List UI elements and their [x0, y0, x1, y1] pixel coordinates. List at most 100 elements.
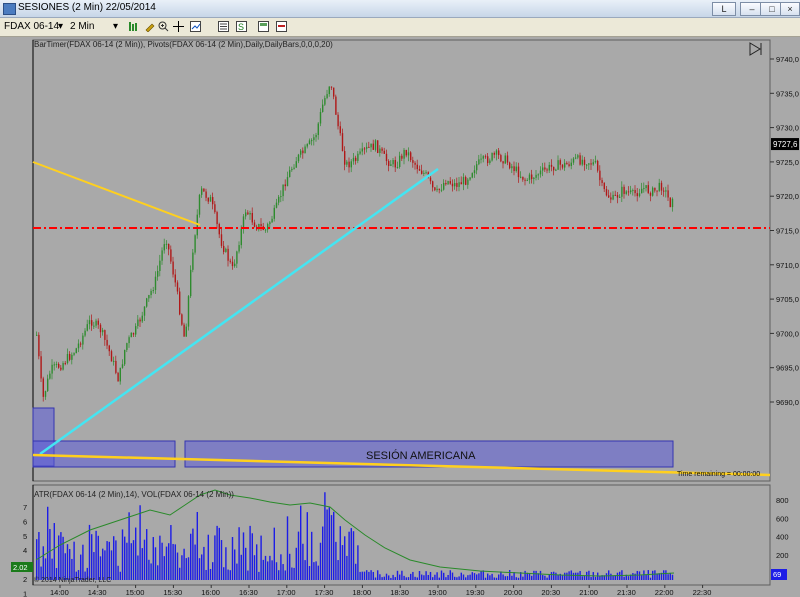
- candle-body: [396, 166, 399, 168]
- time-tick-label: 22:00: [655, 588, 674, 597]
- time-tick-label: 14:00: [50, 588, 69, 597]
- candle-body: [418, 169, 421, 171]
- volume-bar: [522, 576, 524, 580]
- volume-bar: [663, 570, 665, 580]
- volume-bar: [315, 561, 317, 580]
- candle-body: [315, 135, 317, 138]
- close-icon[interactable]: ×: [780, 2, 800, 16]
- volume-bar: [638, 571, 641, 580]
- candle-body: [649, 192, 652, 196]
- candle-body: [359, 151, 361, 154]
- candle-body: [484, 156, 487, 158]
- candle-body: [264, 229, 267, 231]
- volume-bar: [218, 527, 220, 580]
- candle-body: [201, 188, 203, 195]
- volume-bar: [201, 554, 203, 580]
- volume-bar: [291, 567, 293, 580]
- volume-bar: [451, 572, 454, 580]
- candle-body: [504, 155, 506, 164]
- candle-body: [84, 330, 86, 336]
- volume-bar: [425, 571, 427, 580]
- volume-tick-label: 600: [776, 514, 789, 523]
- candle-body: [368, 146, 370, 148]
- volume-bar: [454, 576, 456, 580]
- candle-body: [306, 144, 308, 147]
- volume-bar: [269, 555, 271, 580]
- chart-properties-icon[interactable]: [190, 21, 201, 32]
- volume-bar: [634, 573, 636, 580]
- volume-bar: [284, 570, 286, 580]
- candle-body: [557, 160, 559, 170]
- volume-bar: [533, 570, 535, 580]
- candle-body: [493, 153, 495, 155]
- volume-bar: [348, 531, 350, 580]
- price-chart[interactable]: BarTimer(FDAX 06-14 (2 Min)), Pivots(FDA…: [0, 37, 800, 597]
- candle-body: [594, 160, 597, 163]
- candle-body: [328, 86, 330, 95]
- candle-body: [324, 98, 326, 105]
- candle-body: [480, 158, 482, 160]
- instrument-dropdown-icon[interactable]: ▾: [58, 20, 63, 33]
- candle-body: [399, 155, 401, 167]
- crosshair-icon[interactable]: [173, 21, 184, 32]
- bar-type-icon[interactable]: [128, 21, 139, 32]
- volume-bar: [88, 524, 91, 580]
- chart-trader-icon[interactable]: [276, 21, 287, 32]
- volume-bar: [447, 575, 449, 580]
- volume-bar: [528, 572, 531, 580]
- link-button[interactable]: L: [712, 2, 736, 16]
- candle-body: [537, 174, 539, 176]
- volume-bar: [282, 564, 284, 580]
- candle-body: [473, 170, 476, 174]
- time-tick-label: 21:30: [617, 588, 636, 597]
- candle-body: [460, 182, 462, 185]
- candle-body: [456, 183, 458, 187]
- strategies-icon[interactable]: S: [236, 21, 247, 32]
- candle-body: [168, 243, 170, 250]
- candle-body: [203, 188, 205, 192]
- candle-body: [319, 111, 322, 124]
- price-tick-label: 9740,0: [776, 55, 799, 64]
- volume-bar: [550, 572, 553, 580]
- volume-bar: [469, 574, 471, 580]
- volume-bar: [476, 574, 478, 580]
- volume-bar: [139, 505, 141, 580]
- candle-body: [544, 167, 546, 170]
- candle-body: [352, 157, 355, 162]
- volume-bar: [238, 527, 240, 580]
- volume-bar: [333, 511, 335, 580]
- volume-bar: [223, 567, 225, 580]
- candle-body: [231, 261, 234, 267]
- instrument-selector[interactable]: FDAX 06-14: [4, 20, 59, 33]
- candle-body: [170, 249, 172, 262]
- volume-bar: [506, 576, 509, 580]
- pencil-icon[interactable]: [144, 21, 155, 32]
- data-box-icon[interactable]: [258, 21, 269, 32]
- zoom-in-icon[interactable]: [158, 21, 169, 32]
- candle-body: [194, 235, 196, 253]
- candle-body: [304, 146, 306, 154]
- candle-body: [75, 348, 77, 354]
- volume-bar: [632, 573, 634, 580]
- volume-bar: [297, 531, 300, 580]
- volume-bar: [531, 575, 533, 580]
- volume-bar: [599, 576, 601, 580]
- volume-bar: [108, 541, 110, 580]
- volume-bar: [212, 562, 214, 580]
- volume-bar: [319, 542, 322, 580]
- candle-body: [553, 166, 555, 171]
- volume-bar: [260, 535, 262, 580]
- volume-bar: [203, 546, 205, 580]
- candle-body: [614, 194, 616, 196]
- volume-bar: [95, 530, 97, 580]
- interval-selector[interactable]: 2 Min: [70, 20, 94, 33]
- candle-body: [130, 332, 132, 338]
- candle-body: [405, 149, 407, 156]
- candle-body: [113, 360, 115, 362]
- volume-bar: [539, 570, 542, 580]
- indicators-icon[interactable]: [218, 21, 229, 32]
- interval-dropdown-icon[interactable]: ▾: [113, 20, 118, 33]
- volume-bar: [198, 558, 201, 580]
- volume-bar: [104, 550, 106, 580]
- volume-bar: [159, 535, 161, 580]
